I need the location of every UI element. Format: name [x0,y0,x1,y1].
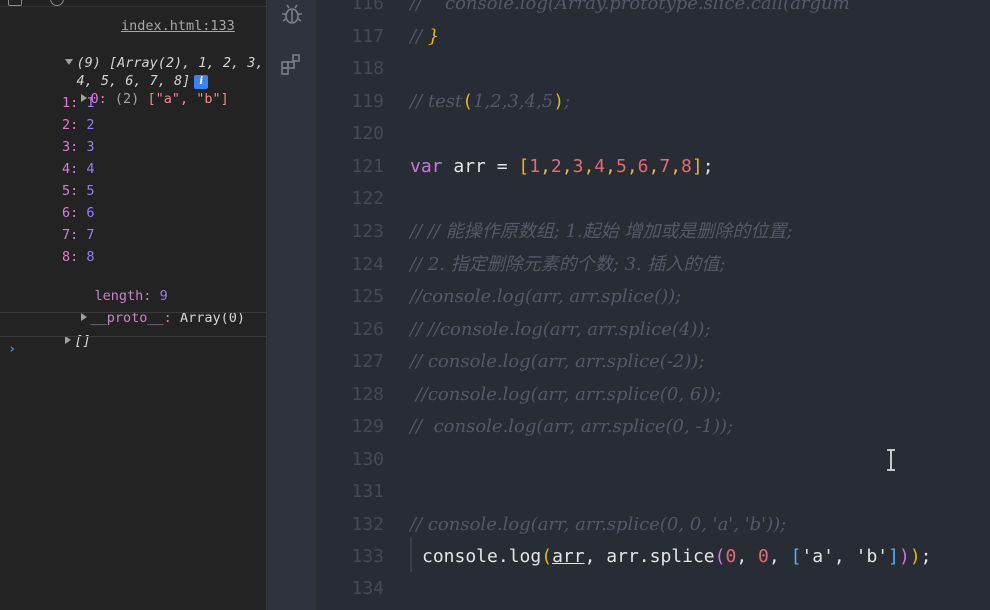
item-preview: ["a", "b"] [147,91,229,107]
code-line-117[interactable]: // } [410,25,439,49]
line-number: 122 [351,188,384,209]
number-literal: 5 [615,156,627,177]
code-line-129[interactable]: // console.log(arr, arr.splice(0, -1)); [410,415,733,439]
array-literal: 1,2,3,4,5,6,7,8 [529,156,692,177]
method-name: splice [649,546,715,567]
console-toolbar [0,0,266,7]
comment-args: 1,2,3,4,5 [473,91,554,112]
array-item-row: 7: 7 [62,226,95,244]
code-line-121[interactable]: var arr = [1,2,3,4,5,6,7,8]; [410,155,714,179]
item-key: 6: [62,205,79,221]
code-line-126[interactable]: // //console.log(arr, arr.splice(4)); [410,318,711,342]
line-number: 117 [351,26,384,47]
item-key: 1: [62,95,79,111]
code-line-128[interactable]: //console.log(arr, arr.splice(0, 6)); [410,383,722,407]
brace: } [427,26,440,47]
comment: // [410,26,428,47]
keyword: var [410,156,443,177]
item-key: 8: [62,249,79,265]
line-number: 121 [351,156,384,177]
string-literal: 'a' [801,546,834,567]
console-prompt[interactable]: › [8,340,16,358]
line-number: 118 [351,58,384,79]
item-value: 3 [86,139,95,155]
item-key: 7: [62,227,79,243]
line-number: 134 [351,578,384,599]
line-number: 116 [351,0,384,14]
filter-icon[interactable] [50,0,64,6]
item-key: 4: [62,161,79,177]
line-number: 130 [351,449,384,470]
empty-array-log[interactable]: [] [32,314,91,368]
line-number: 123 [351,221,384,242]
comment: // test [410,91,463,112]
extensions-icon[interactable] [280,52,304,76]
line-number: 128 [351,384,384,405]
code-line-125[interactable]: //console.log(arr, arr.splice()); [410,285,681,309]
item-value: 1 [86,95,95,111]
code-line-132[interactable]: // console.log(arr, arr.splice(0, 0, 'a'… [410,513,786,537]
variable-name: arr [453,156,486,177]
source-link[interactable]: index.html:133 [121,17,235,35]
item-value: 5 [86,183,95,199]
item-value: 4 [86,161,95,177]
code-editor[interactable]: 116 117 118 119 120 121 122 123 124 125 126 127 128 1… [316,0,990,610]
activity-bar [268,0,316,610]
item-key: 5: [62,183,79,199]
item-value: 6 [86,205,95,221]
collapse-arrow-icon[interactable] [64,336,71,344]
log-separator [0,312,266,313]
line-number: 127 [351,351,384,372]
line-number: 120 [351,123,384,144]
item-value: 7 [86,227,95,243]
method-name: log [508,546,542,567]
devtools-console: index.html:133 (9) [Array(2), 1, 2, 3, 4… [0,0,267,610]
number-literal: 2 [550,156,562,177]
string-literal: 'b' [855,546,889,567]
code-line-124[interactable]: // 2. 指定删除元素的个数; 3. 插入的值; [410,253,726,277]
array-item-row: 1: 1 [62,94,95,112]
operator: = [485,156,519,177]
code-line-119[interactable]: // test(1,2,3,4,5); [410,90,570,114]
log-separator [0,336,266,337]
line-number: 132 [351,514,384,535]
clear-console-icon[interactable] [8,0,22,6]
code-line-127[interactable]: // console.log(arr, arr.splice(-2)); [410,350,704,374]
object-name: arr [606,546,639,567]
number-literal: 3 [572,156,584,177]
bug-icon[interactable] [280,2,304,26]
item-key: 2: [62,117,79,133]
item-value: 8 [86,249,95,265]
array-item-row: 2: 2 [62,116,95,134]
number-literal: 8 [681,156,692,177]
code-line-123[interactable]: // // 能操作原数组; 1.起始 增加或是删除的位置; [410,220,792,244]
code-line-133[interactable]: console.log(arr, arr.splice(0, 0, ['a', … [422,545,932,569]
line-number: 125 [351,286,384,307]
number-literal: 0 [725,546,737,567]
line-number: 119 [351,91,384,112]
array-item-row: 5: 5 [62,182,95,200]
number-literal: 7 [659,156,671,177]
array-item-row: 8: 8 [62,248,95,266]
number-literal: 4 [594,156,606,177]
line-number: 131 [351,481,384,502]
text-cursor-icon [887,449,895,471]
item-preview-prefix: (2) [114,91,140,107]
array-item-row: 4: 4 [62,160,95,178]
array-item-row: 6: 6 [62,204,95,222]
argument: arr [552,546,585,567]
line-number: 129 [351,416,384,437]
number-literal: 0 [758,546,769,567]
line-number: 133 [351,546,384,567]
line-number: 126 [351,319,384,340]
line-number: 124 [351,254,384,275]
item-key: 3: [62,139,79,155]
object-name: console [422,546,498,567]
code-line-116[interactable]: // console.log(Array.prototype.slice.cal… [410,0,850,16]
array-item-row: 3: 3 [62,138,95,156]
item-value: 2 [86,117,95,133]
number-literal: 1 [529,156,541,177]
number-literal: 6 [637,156,649,177]
